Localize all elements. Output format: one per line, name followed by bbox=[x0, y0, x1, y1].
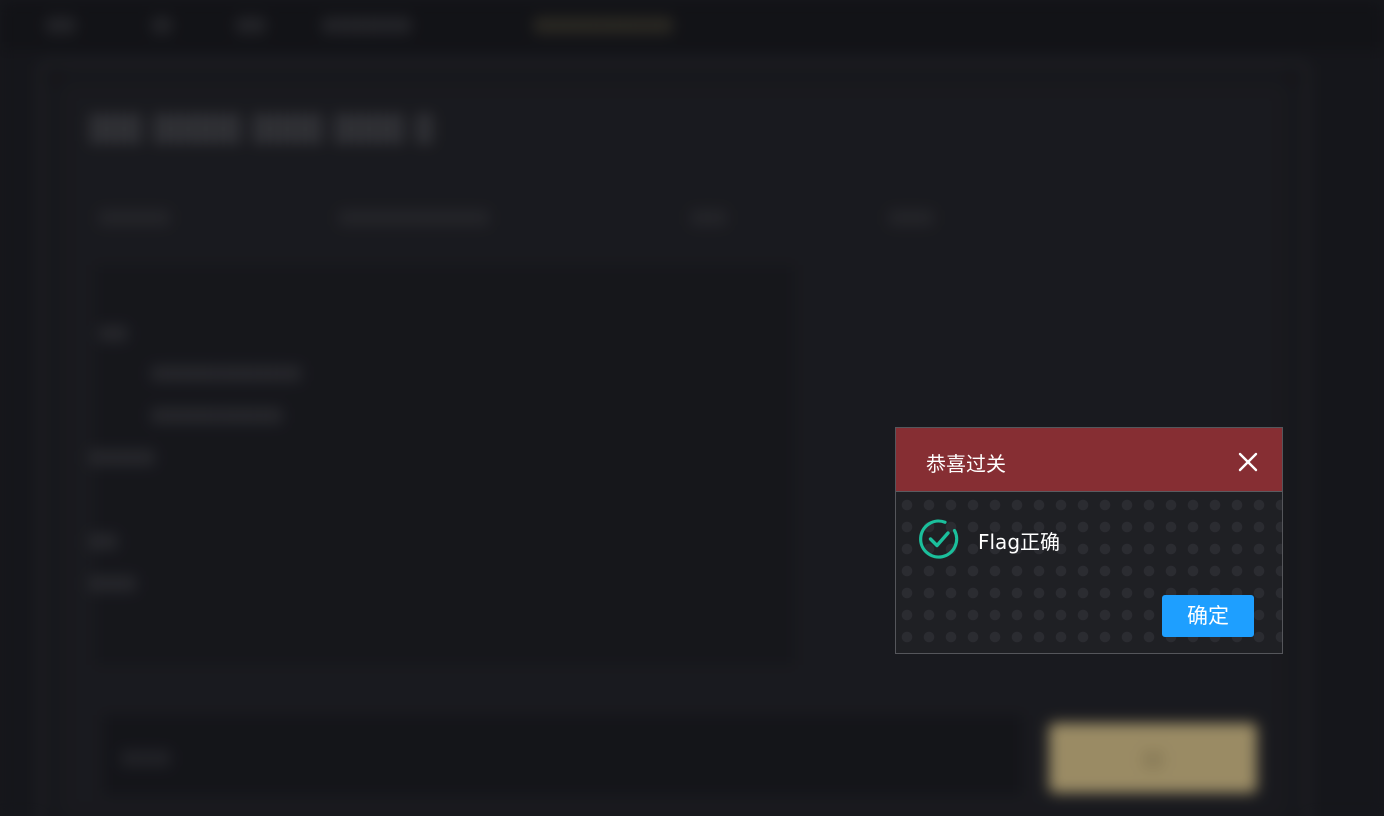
close-icon bbox=[1238, 452, 1258, 472]
check-circle-icon bbox=[919, 519, 959, 559]
confirm-button[interactable]: 确定 bbox=[1162, 595, 1254, 637]
dialog-message: Flag正确 bbox=[978, 530, 1061, 554]
dialog-header: 恭喜过关 bbox=[896, 428, 1282, 492]
modal-overlay bbox=[0, 0, 1384, 816]
dialog-title: 恭喜过关 bbox=[926, 452, 1006, 476]
success-dialog: 恭喜过关 Flag正确 确定 bbox=[895, 427, 1283, 654]
close-button[interactable] bbox=[1236, 450, 1260, 474]
page: ▯▯▯ ▯▯ ▯▯▯ ▯▯▯▯▯▯▯▯▯ ▯▯▯▯▯▯▯▯▯▯▯▯▯▯ ▯▯▯ … bbox=[0, 0, 1384, 816]
